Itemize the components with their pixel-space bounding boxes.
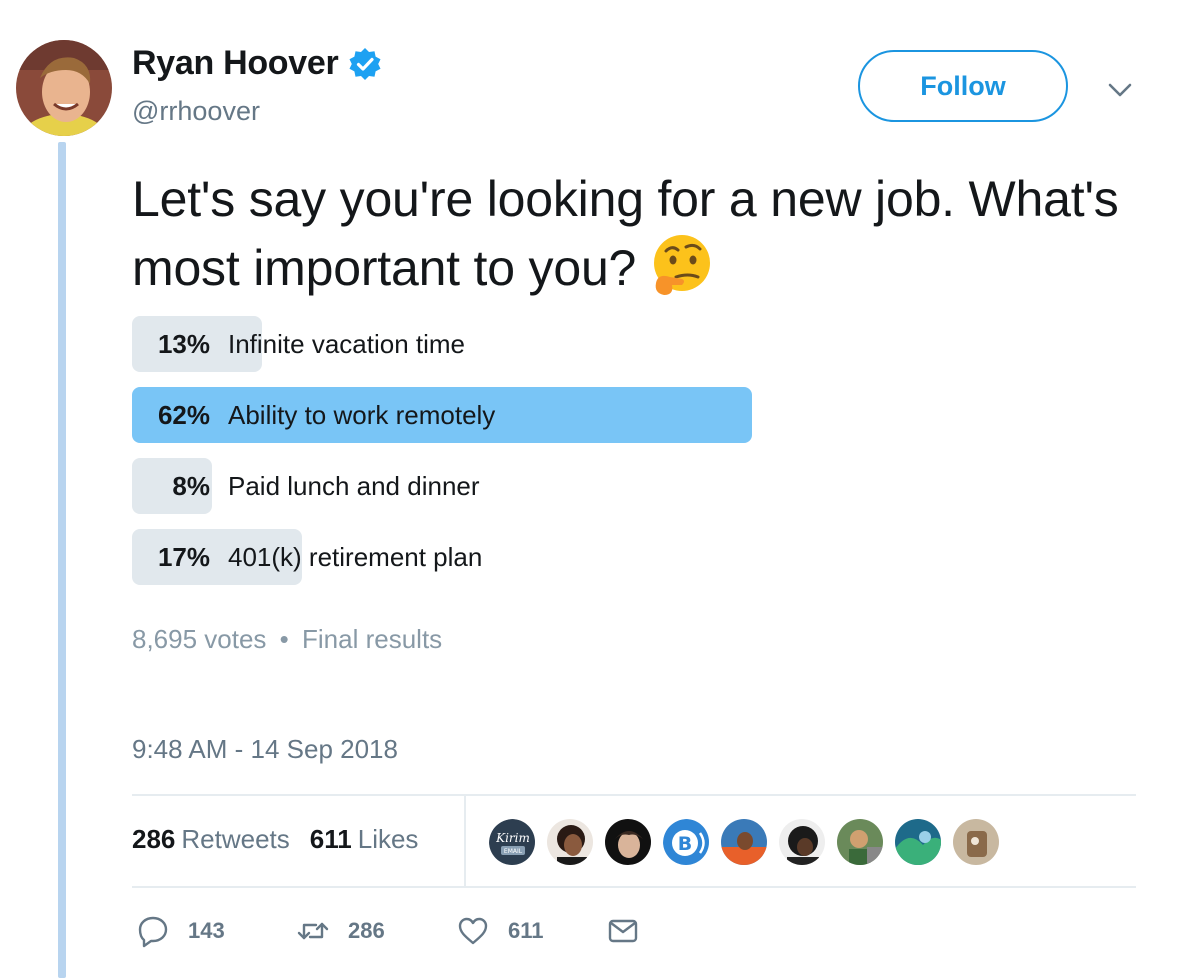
liker-avatar[interactable]	[836, 818, 884, 866]
liker-avatar[interactable]	[720, 818, 768, 866]
poll-status: Final results	[302, 624, 443, 654]
poll-percent: 62%	[157, 399, 210, 430]
retweets-stat[interactable]: 286 Retweets	[132, 824, 290, 855]
poll-label: Ability to work remotely	[228, 399, 496, 430]
tweet-text: Let's say you're looking for a new job. …	[132, 166, 1142, 302]
poll-percent: 13%	[157, 328, 210, 359]
reply-button[interactable]: 143	[136, 914, 296, 948]
kirim-logo-title: Kirim	[495, 831, 530, 845]
direct-message-button[interactable]	[606, 914, 640, 948]
reply-count: 143	[188, 918, 225, 943]
poll-label: 401(k) retirement plan	[228, 541, 483, 572]
kirim-email-avatar[interactable]: Kirim EMAIL	[488, 818, 536, 866]
poll-meta: 8,695 votes • Final results	[132, 624, 442, 655]
likers-avatars: Kirim EMAIL B	[488, 818, 1010, 866]
poll-choice: 13% Infinite vacation time	[132, 316, 1132, 372]
liker-avatar[interactable]	[604, 818, 652, 866]
retweets-label: Retweets	[181, 824, 290, 854]
retweets-count: 286	[132, 824, 176, 854]
divider	[132, 794, 1136, 796]
author-name-row[interactable]: Ryan Hoover	[132, 44, 382, 83]
divider	[464, 796, 466, 886]
liker-avatar[interactable]	[894, 818, 942, 866]
poll-percent: 8%	[172, 470, 210, 501]
author-display-name[interactable]: Ryan Hoover	[132, 44, 339, 83]
tweet-stats: 286 Retweets 611 Likes	[132, 824, 418, 855]
poll-separator: •	[279, 624, 289, 654]
tweet-actions: 143 286 611	[136, 914, 640, 948]
likes-label: Likes	[357, 824, 419, 854]
tweet-timestamp[interactable]: 9:48 AM - 14 Sep 2018	[132, 734, 398, 765]
likes-stat[interactable]: 611 Likes	[310, 824, 419, 855]
author-handle[interactable]: @rrhoover	[132, 96, 260, 127]
b-logo-avatar[interactable]: B	[662, 818, 710, 866]
like-count: 611	[508, 918, 544, 943]
like-button[interactable]: 611	[456, 914, 606, 948]
poll-percent: 17%	[157, 541, 210, 572]
heart-icon	[458, 917, 488, 945]
divider	[132, 886, 1136, 888]
reply-icon	[138, 916, 168, 948]
svg-text:B: B	[678, 833, 692, 855]
chevron-down-icon[interactable]	[1104, 76, 1136, 104]
liker-avatar[interactable]	[546, 818, 594, 866]
verified-badge-icon	[348, 47, 382, 81]
thread-line	[58, 142, 66, 978]
poll-label: Infinite vacation time	[228, 328, 466, 359]
liker-avatar[interactable]	[952, 818, 1000, 866]
poll: 13% Infinite vacation time 62% Ability t…	[132, 316, 1132, 600]
liker-avatar[interactable]	[778, 818, 826, 866]
tweet-text-body: Let's say you're looking for a new job. …	[132, 171, 1119, 296]
avatar[interactable]	[16, 40, 112, 136]
envelope-icon	[608, 919, 638, 943]
poll-choice: 8% Paid lunch and dinner	[132, 458, 1132, 514]
follow-button[interactable]: Follow	[858, 50, 1068, 122]
retweet-icon	[297, 922, 329, 940]
poll-choice: 17% 401(k) retirement plan	[132, 529, 1132, 585]
poll-choice: 62% Ability to work remotely	[132, 387, 1132, 443]
thinking-face-icon	[648, 233, 714, 299]
retweet-button[interactable]: 286	[296, 914, 456, 948]
likes-count: 611	[309, 824, 352, 854]
poll-label: Paid lunch and dinner	[228, 470, 480, 501]
retweet-count: 286	[348, 918, 385, 943]
poll-votes: 8,695 votes	[132, 624, 267, 654]
kirim-logo-sub: EMAIL	[504, 848, 523, 855]
